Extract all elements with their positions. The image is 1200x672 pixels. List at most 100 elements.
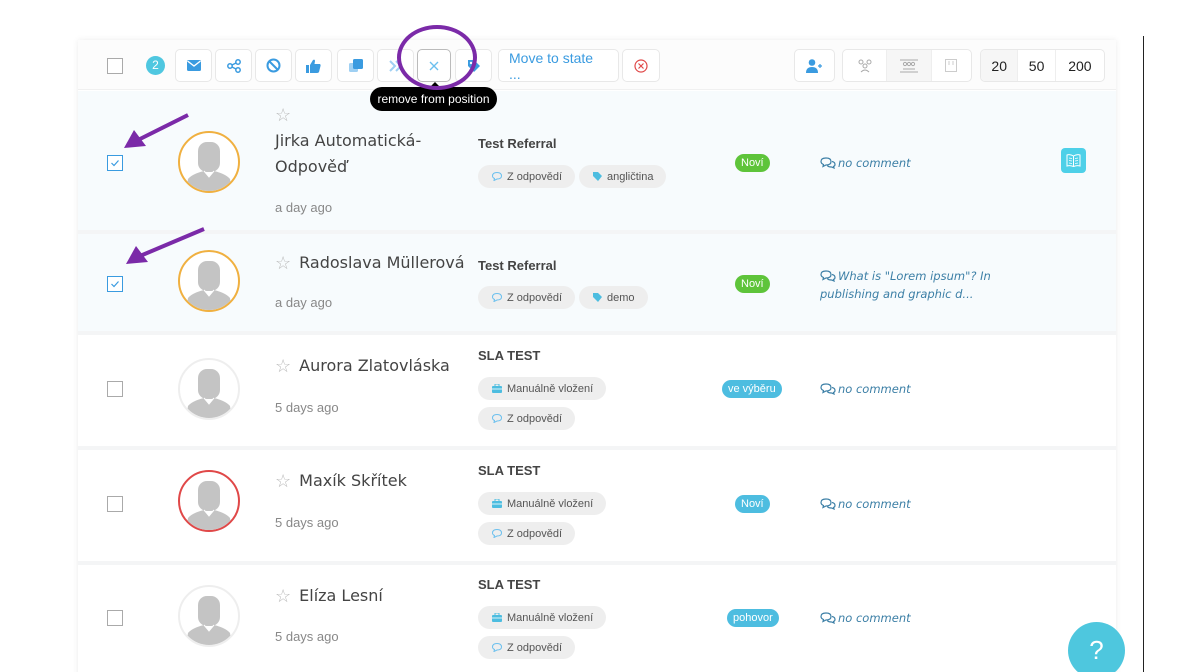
candidate-name[interactable]: Jirka Automatická- Odpověď <box>275 128 421 180</box>
tag-chip: demo <box>579 286 648 309</box>
page-size-200[interactable]: 200 <box>1056 50 1104 81</box>
comment-icon <box>492 643 502 652</box>
tag-chip: angličtina <box>579 165 667 188</box>
comment-preview[interactable]: no comment <box>820 380 1010 398</box>
status-badge[interactable]: Noví <box>735 275 770 293</box>
candidate-list-panel: 2 Move to state ... 20 50 200 ☆ Jirka Au… <box>78 40 1116 672</box>
thumbs-up-icon <box>306 59 321 73</box>
view-list-group-button[interactable] <box>887 50 932 81</box>
candidate-row[interactable]: ☆ Aurora Zlatovláska 5 days ago SLA TEST… <box>78 335 1116 450</box>
selected-count-badge: 2 <box>146 56 165 75</box>
check-icon <box>111 281 119 288</box>
favorite-star-icon[interactable]: ☆ <box>275 356 291 377</box>
tag-button[interactable] <box>455 49 492 82</box>
avatar[interactable] <box>178 131 240 193</box>
avatar[interactable] <box>178 585 240 647</box>
send-email-button[interactable] <box>175 49 212 82</box>
open-detail-button[interactable] <box>1061 148 1086 173</box>
comments-icon <box>820 383 836 396</box>
avatar[interactable] <box>178 358 240 420</box>
page: 2 Move to state ... 20 50 200 ☆ Jirka Au… <box>0 0 1200 672</box>
candidate-name[interactable]: Maxík Skřítek <box>299 468 407 494</box>
list-group-icon <box>899 59 918 72</box>
candidate-name-wrap: ☆ Maxík Skřítek <box>275 468 407 494</box>
comment-preview[interactable]: no comment <box>820 154 1010 172</box>
status-badge[interactable]: pohovor <box>727 609 779 627</box>
position-title[interactable]: SLA TEST <box>478 463 540 478</box>
candidate-name[interactable]: Elíza Lesní <box>299 583 383 609</box>
user-placeholder-icon <box>186 369 232 418</box>
tooltip: remove from position <box>370 82 497 111</box>
candidate-time: a day ago <box>275 200 333 215</box>
position-title[interactable]: Test Referral <box>478 258 557 273</box>
row-checkbox[interactable] <box>107 381 123 397</box>
favorite-star-icon[interactable]: ☆ <box>275 105 291 126</box>
help-button[interactable]: ? <box>1068 622 1125 672</box>
comment-icon <box>492 529 502 538</box>
position-title[interactable]: SLA TEST <box>478 348 540 363</box>
user-placeholder-icon <box>186 261 232 310</box>
candidate-name-wrap: ☆ Elíza Lesní <box>275 583 383 609</box>
source-chip: Z odpovědí <box>478 286 576 309</box>
row-checkbox[interactable] <box>107 155 123 171</box>
candidate-time: 5 days ago <box>275 629 339 644</box>
candidate-time: a day ago <box>275 295 333 310</box>
status-badge[interactable]: Noví <box>735 495 770 513</box>
reject-button[interactable] <box>255 49 292 82</box>
like-button[interactable] <box>295 49 332 82</box>
candidate-row[interactable]: ☆ Maxík Skřítek 5 days ago SLA TEST Manu… <box>78 450 1116 565</box>
page-size-20[interactable]: 20 <box>981 50 1019 81</box>
share-button[interactable] <box>215 49 252 82</box>
forward-button[interactable] <box>377 49 414 82</box>
select-all-checkbox[interactable] <box>107 58 123 74</box>
candidate-name[interactable]: Radoslava Müllerová <box>299 250 464 276</box>
briefcase-icon <box>492 384 502 393</box>
source-chip: Manuálně vložení <box>478 492 607 515</box>
candidate-name[interactable]: Aurora Zlatovláska <box>299 353 450 379</box>
remove-from-position-button[interactable] <box>417 49 451 82</box>
add-user-icon <box>805 58 822 73</box>
ban-icon <box>266 58 281 73</box>
avatar[interactable] <box>178 470 240 532</box>
candidate-name-wrap: ☆ Aurora Zlatovláska <box>275 353 450 379</box>
position-title[interactable]: Test Referral <box>478 136 557 151</box>
clear-selection-button[interactable] <box>622 49 660 82</box>
comment-preview[interactable]: What is "Lorem ipsum"? In publishing and… <box>820 267 1010 303</box>
check-icon <box>111 160 119 167</box>
copy-icon <box>348 58 363 72</box>
page-size-switch: 20 50 200 <box>980 49 1105 82</box>
group-icon <box>858 59 872 72</box>
source-chip: Z odpovědí <box>478 522 576 545</box>
user-placeholder-icon <box>186 142 232 191</box>
user-placeholder-icon <box>186 481 232 530</box>
favorite-star-icon[interactable]: ☆ <box>275 471 291 492</box>
envelope-icon <box>186 60 201 71</box>
favorite-star-icon[interactable]: ☆ <box>275 253 291 274</box>
status-badge[interactable]: ve výběru <box>722 380 782 398</box>
comment-preview[interactable]: no comment <box>820 495 1010 513</box>
comments-icon <box>820 498 836 511</box>
position-title[interactable]: SLA TEST <box>478 577 540 592</box>
move-to-state-button[interactable]: Move to state ... <box>498 49 619 82</box>
avatar[interactable] <box>178 250 240 312</box>
view-kanban-button[interactable] <box>932 50 971 81</box>
status-badge[interactable]: Noví <box>735 154 770 172</box>
comment-icon <box>492 414 502 423</box>
candidate-row[interactable]: ☆ Radoslava Müllerová a day ago Test Ref… <box>78 234 1116 335</box>
favorite-star-icon[interactable]: ☆ <box>275 586 291 607</box>
comments-icon <box>820 612 836 625</box>
row-checkbox[interactable] <box>107 496 123 512</box>
add-candidate-button[interactable] <box>794 49 835 82</box>
row-checkbox[interactable] <box>107 276 123 292</box>
comment-preview[interactable]: no comment <box>820 609 1010 627</box>
view-group-button[interactable] <box>843 50 888 81</box>
comment-icon <box>492 293 502 302</box>
candidate-time: 5 days ago <box>275 515 339 530</box>
briefcase-icon <box>492 613 502 622</box>
source-chip: Z odpovědí <box>478 407 576 430</box>
page-size-50[interactable]: 50 <box>1018 50 1056 81</box>
candidate-row[interactable]: ☆ Elíza Lesní 5 days ago SLA TEST Manuál… <box>78 565 1116 672</box>
candidate-row[interactable]: ☆ Jirka Automatická- Odpověď a day ago T… <box>78 91 1116 234</box>
row-checkbox[interactable] <box>107 610 123 626</box>
duplicate-button[interactable] <box>337 49 374 82</box>
